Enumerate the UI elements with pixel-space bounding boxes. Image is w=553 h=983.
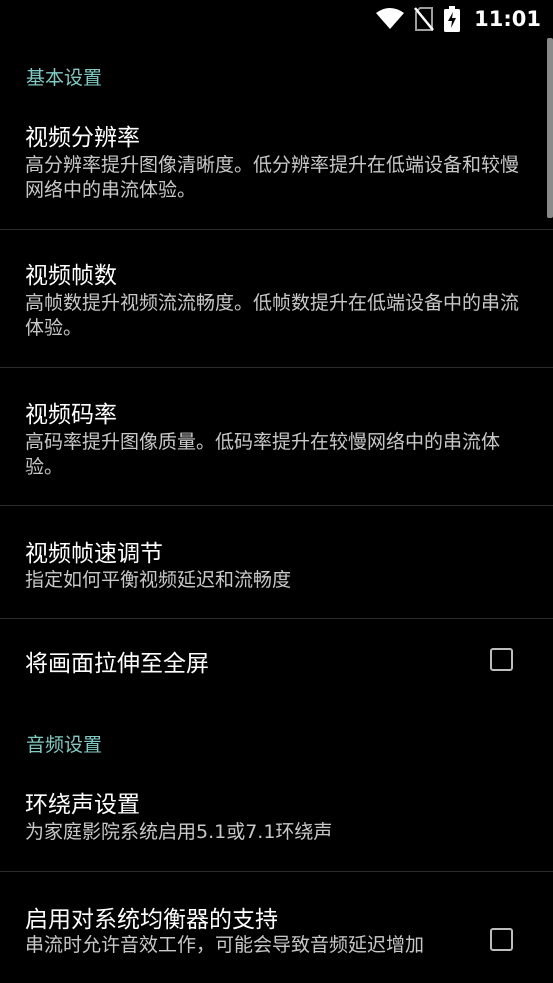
stretch-checkbox[interactable] bbox=[490, 648, 513, 671]
pref-title: 启用对系统均衡器的支持 bbox=[25, 907, 278, 933]
pref-stretch-fullscreen[interactable]: 将画面拉伸至全屏 bbox=[0, 619, 553, 703]
wifi-icon bbox=[376, 8, 405, 30]
category-basic-settings: 基本设置 bbox=[26, 67, 103, 89]
no-sim-icon bbox=[414, 7, 435, 31]
status-bar: 11:01 bbox=[0, 0, 553, 38]
pref-system-equalizer[interactable]: 启用对系统均衡器的支持 串流时允许音效工作，可能会导致音频延迟增加 bbox=[0, 872, 553, 983]
pref-video-resolution[interactable]: 视频分辨率 高分辨率提升图像清晰度。低分辨率提升在低端设备和较慢网络中的串流体验… bbox=[0, 106, 553, 229]
pref-title: 视频帧数 bbox=[25, 263, 117, 289]
pref-summary: 高帧数提升视频流流畅度。低帧数提升在低端设备中的串流体验。 bbox=[25, 292, 520, 339]
pref-surround-sound[interactable]: 环绕声设置 为家庭影院系统启用5.1或7.1环绕声 bbox=[0, 770, 553, 870]
pref-title: 视频分辨率 bbox=[25, 125, 140, 151]
pref-video-bitrate[interactable]: 视频码率 高码率提升图像质量。低码率提升在较慢网络中的串流体验。 bbox=[0, 368, 553, 505]
status-icons: 11:01 bbox=[376, 4, 541, 34]
pref-summary: 高分辨率提升图像清晰度。低分辨率提升在低端设备和较慢网络中的串流体验。 bbox=[25, 154, 520, 201]
pref-title: 环绕声设置 bbox=[25, 792, 140, 818]
pref-title: 视频帧速调节 bbox=[25, 541, 163, 567]
pref-video-fps[interactable]: 视频帧数 高帧数提升视频流流畅度。低帧数提升在低端设备中的串流体验。 bbox=[0, 230, 553, 367]
pref-summary: 串流时允许音效工作，可能会导致音频延迟增加 bbox=[25, 934, 425, 956]
pref-summary: 指定如何平衡视频延迟和流畅度 bbox=[25, 569, 292, 591]
battery-charging-icon bbox=[444, 6, 461, 32]
equalizer-checkbox[interactable] bbox=[490, 928, 513, 951]
pref-summary: 为家庭影院系统启用5.1或7.1环绕声 bbox=[25, 821, 333, 843]
pref-frame-pacing[interactable]: 视频帧速调节 指定如何平衡视频延迟和流畅度 bbox=[0, 506, 553, 618]
category-audio-settings: 音频设置 bbox=[26, 734, 103, 756]
pref-summary: 高码率提升图像质量。低码率提升在较慢网络中的串流体验。 bbox=[25, 431, 501, 478]
pref-title: 视频码率 bbox=[25, 402, 117, 428]
clock: 11:01 bbox=[474, 7, 541, 31]
pref-title: 将画面拉伸至全屏 bbox=[25, 651, 209, 677]
settings-list: 基本设置 视频分辨率 高分辨率提升图像清晰度。低分辨率提升在低端设备和较慢网络中… bbox=[0, 38, 553, 983]
